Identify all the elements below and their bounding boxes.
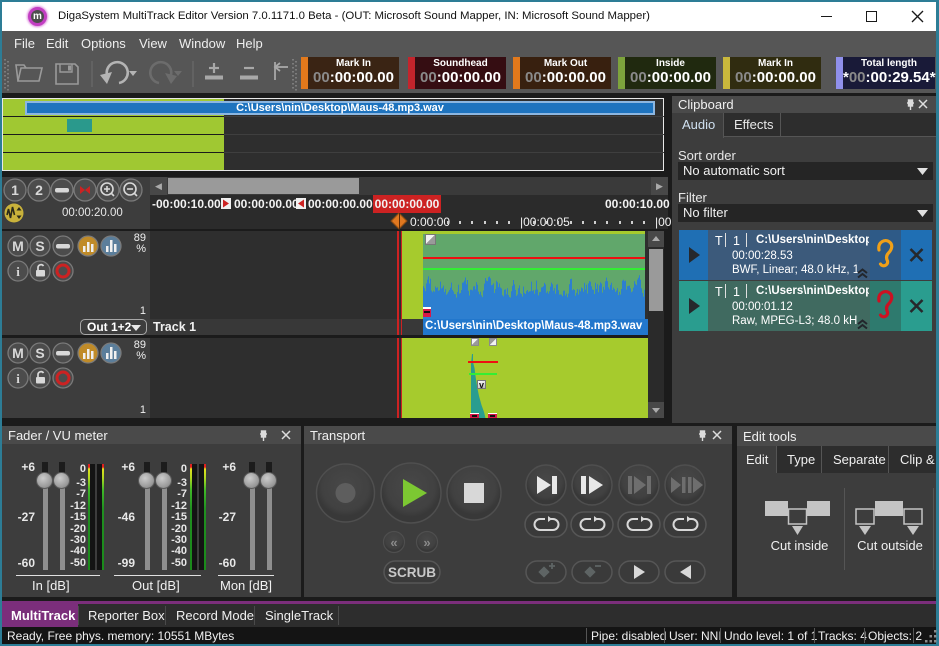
- svg-text:2: 2: [35, 182, 43, 198]
- svg-text:i: i: [16, 264, 20, 279]
- svg-text:»: »: [423, 535, 430, 550]
- svg-text:SCRUB: SCRUB: [388, 565, 436, 580]
- svg-text:i: i: [16, 371, 20, 386]
- svg-text:M: M: [12, 238, 24, 254]
- svg-text:S: S: [35, 238, 44, 254]
- svg-text:S: S: [35, 345, 44, 361]
- svg-text:M: M: [12, 345, 24, 361]
- svg-text:«: «: [390, 535, 397, 550]
- svg-text:1: 1: [11, 182, 19, 198]
